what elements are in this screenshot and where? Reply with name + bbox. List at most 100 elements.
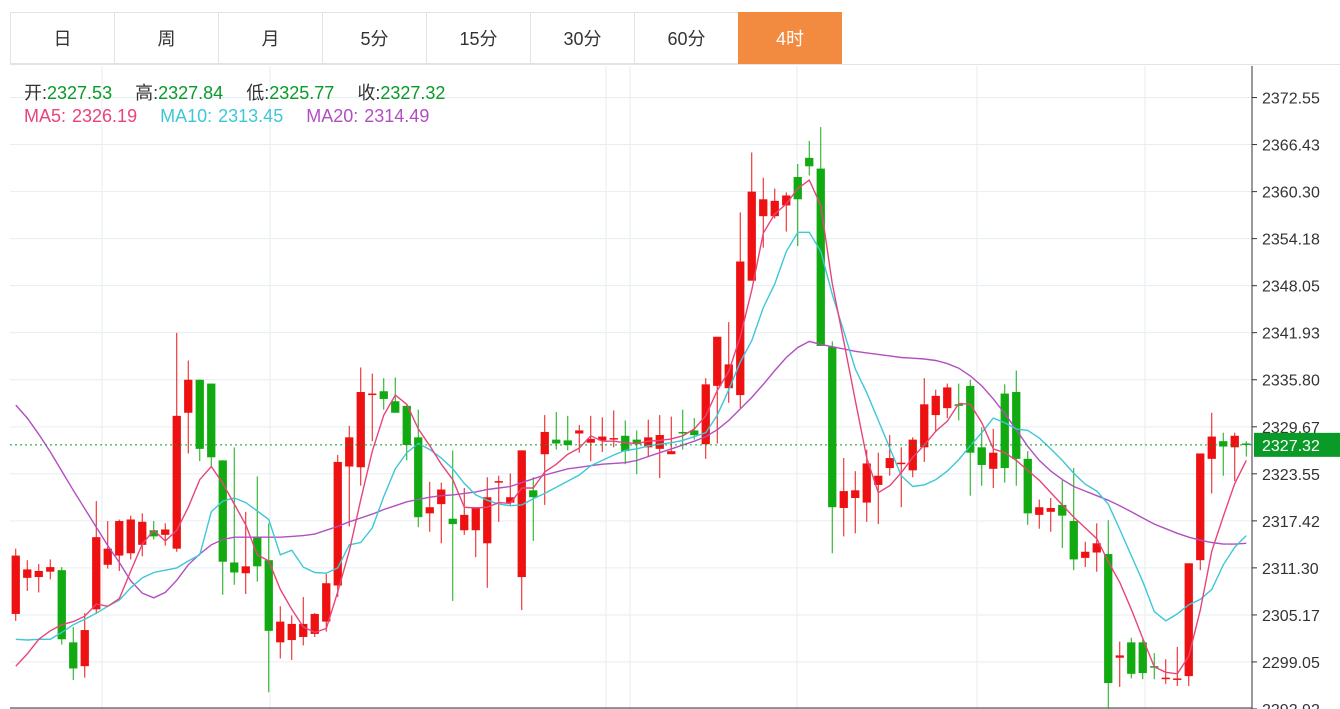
candle-body [471, 507, 480, 531]
candle-body [1000, 393, 1009, 469]
candle-body [839, 491, 848, 508]
ma-info: MA5: 2326.19 MA10: 2313.45 MA20: 2314.49 [24, 106, 429, 127]
candle-body [161, 529, 170, 535]
candle-body [517, 450, 526, 578]
candle-body [230, 562, 239, 573]
y-tick-label: 2341.93 [1262, 326, 1320, 343]
candle-body [1173, 678, 1182, 680]
low-value: 2325.77 [269, 83, 335, 103]
candle-body [437, 489, 446, 505]
ma5-value: 2326.19 [72, 106, 138, 126]
candle-body [69, 642, 78, 669]
candle-body [540, 431, 549, 455]
candle-body [1230, 435, 1239, 448]
candle-body [1035, 507, 1044, 515]
ma10-label: MA10: [160, 106, 213, 126]
candle-body [885, 458, 894, 469]
ma20-value: 2314.49 [364, 106, 430, 126]
candle-body [816, 168, 825, 346]
candle-body [57, 570, 66, 640]
last-price-label: 2327.32 [1262, 438, 1320, 455]
candle-body [460, 514, 469, 531]
candle-body [609, 438, 618, 440]
candle-body [115, 521, 124, 556]
low-label: 低: [246, 83, 270, 103]
candle-body [575, 430, 584, 434]
high-value: 2327.84 [158, 83, 224, 103]
y-tick-label: 2317.42 [1262, 514, 1320, 531]
candle-body [345, 437, 354, 467]
ma5-label: MA5: [24, 106, 67, 126]
candle-body [276, 621, 285, 643]
candle-body [678, 431, 687, 434]
candle-body [218, 460, 227, 562]
y-tick-label: 2323.55 [1262, 467, 1320, 484]
candle-body [103, 548, 112, 565]
candle-body [1184, 563, 1193, 677]
candle-body [1219, 441, 1228, 447]
candle-body [897, 462, 906, 465]
candle-body [552, 439, 561, 444]
candle-body [747, 191, 756, 281]
candle-body [241, 566, 250, 574]
y-tick-label: 2299.05 [1262, 655, 1320, 672]
y-tick-label: 2366.43 [1262, 138, 1320, 155]
candle-body [989, 452, 998, 469]
candle-body [11, 555, 20, 614]
candle-body [425, 507, 434, 514]
candle-body [1104, 554, 1113, 684]
candle-body [264, 560, 273, 631]
candle-body [1058, 504, 1067, 516]
candle-body [34, 570, 43, 578]
candle-body [1081, 551, 1090, 558]
candle-body [736, 261, 745, 396]
candle-body [713, 336, 722, 386]
candle-body [1161, 677, 1170, 680]
candle-body [494, 481, 503, 483]
y-tick-label: 2305.17 [1262, 608, 1320, 625]
y-tick-label: 2311.30 [1262, 561, 1319, 578]
candle-body [126, 519, 135, 554]
candle-body [1207, 436, 1216, 459]
candle-body [322, 583, 331, 622]
candle-body [207, 383, 216, 458]
candle-body [448, 518, 457, 525]
candle-body [368, 393, 377, 396]
candle-body [253, 537, 262, 567]
candle-body [851, 490, 860, 498]
close-value: 2327.32 [380, 83, 446, 103]
candle-body [943, 387, 952, 409]
open-value: 2327.53 [47, 83, 113, 103]
candle-body [667, 451, 676, 455]
candle-body [805, 157, 814, 167]
candle-body [184, 379, 193, 413]
candle-body [1115, 655, 1124, 658]
y-tick-label: 2354.18 [1262, 232, 1320, 249]
ma10-value: 2313.45 [218, 106, 284, 126]
candle-body [414, 437, 423, 518]
candle-body [287, 623, 296, 641]
candle-body [80, 630, 89, 667]
candle-body [92, 537, 101, 610]
candle-body [759, 199, 768, 217]
candle-body [828, 346, 837, 508]
candle-body [862, 463, 871, 503]
candle-body [563, 440, 572, 446]
candle-body [391, 401, 400, 413]
candle-body [195, 379, 204, 449]
candle-body [1046, 507, 1055, 512]
high-label: 高: [135, 83, 159, 103]
candle-body [655, 435, 664, 449]
ohlc-info: 开:2327.53 高:2327.84 低:2325.77 收:2327.32 [24, 79, 445, 105]
close-label: 收: [357, 83, 381, 103]
candle-body [931, 395, 940, 416]
candle-body [1127, 642, 1136, 674]
ma20-label: MA20: [306, 106, 359, 126]
y-tick-label: 2348.05 [1262, 279, 1320, 296]
candle-body [379, 391, 388, 399]
y-tick-label: 2360.30 [1262, 185, 1320, 202]
candle-body [356, 392, 365, 468]
candle-body [46, 567, 55, 572]
candle-body [1196, 453, 1205, 561]
candle-body [1069, 521, 1078, 560]
